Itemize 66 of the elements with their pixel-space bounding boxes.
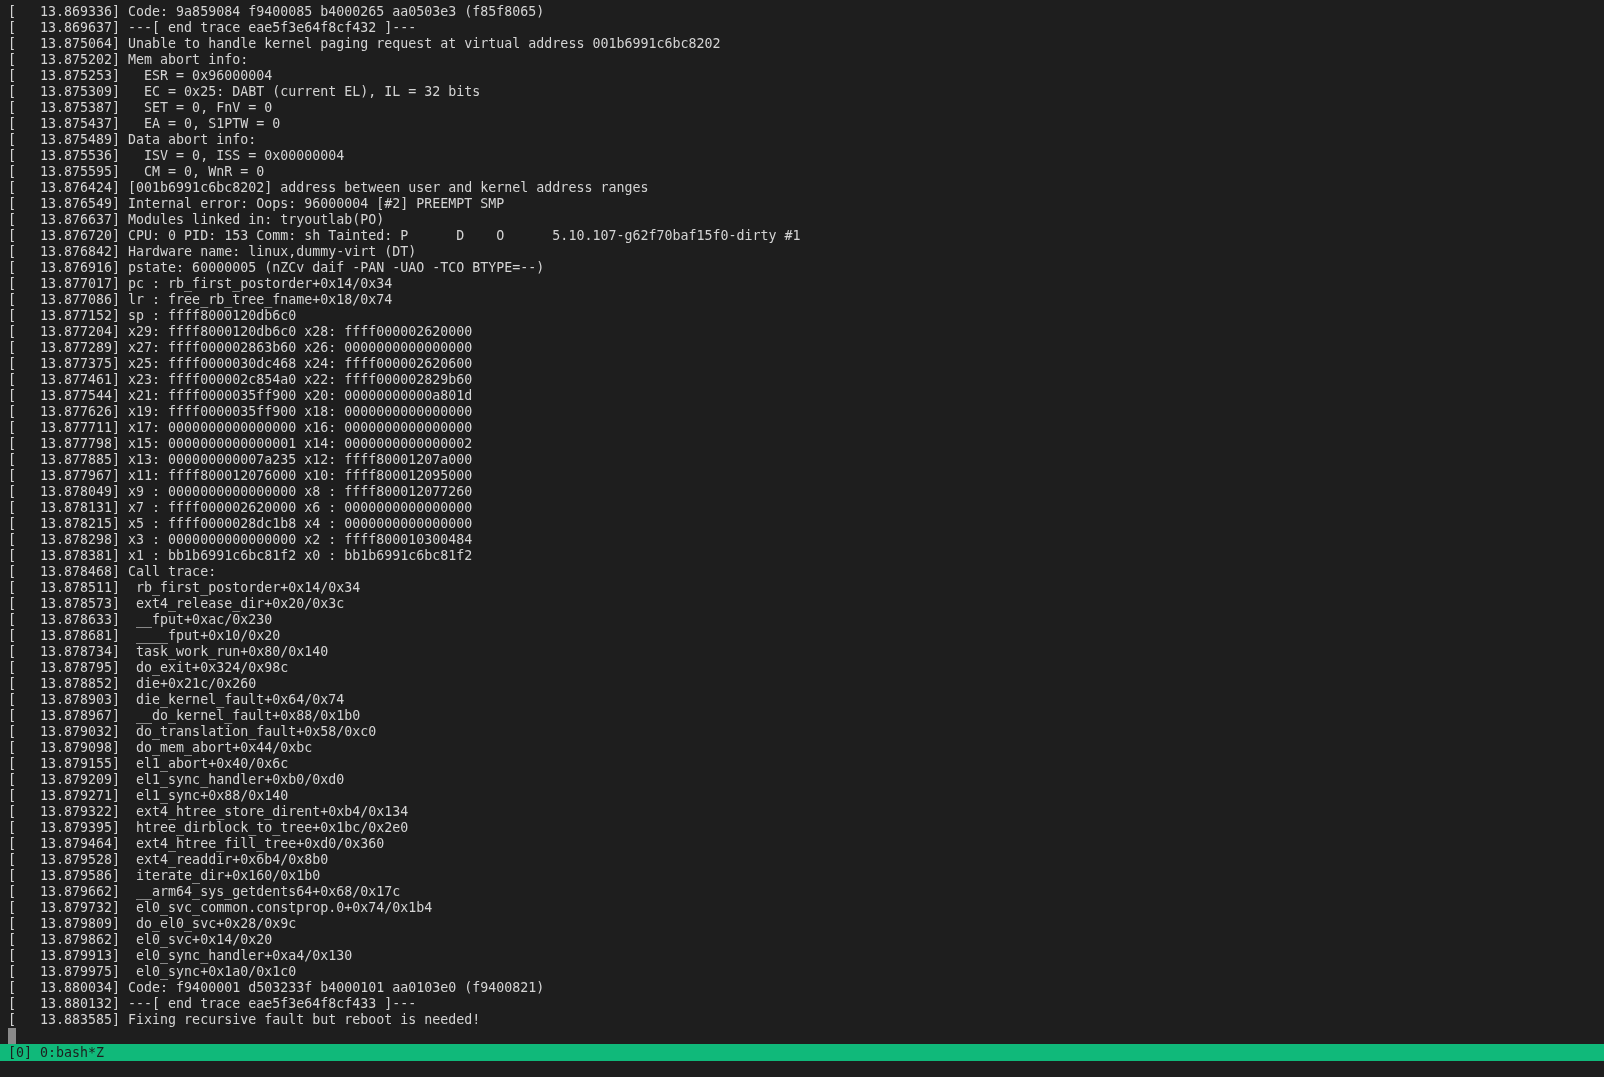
log-line: [ 13.875595] CM = 0, WnR = 0 (8, 164, 265, 180)
log-line: [ 13.878903] die_kernel_fault+0x64/0x74 (8, 692, 345, 708)
log-line: [ 13.879464] ext4_htree_fill_tree+0xd0/0x360 (8, 836, 385, 852)
log-line: [ 13.877375] x25: ffff0000030dc468 x24: ffff000002620600 (8, 356, 473, 372)
log-line: [ 13.878734] task_work_run+0x80/0x140 (8, 644, 329, 660)
log-line: [ 13.880034] Code: f9400001 d503233f b4000101 aa0103e0 (f9400821) (8, 980, 545, 996)
log-line: [ 13.878215] x5 : ffff0000028dc1b8 x4 : 0000000000000000 (8, 516, 473, 532)
log-line: [ 13.878511] rb_first_postorder+0x14/0x34 (8, 580, 361, 596)
log-line: [ 13.878049] x9 : 0000000000000000 x8 : ffff800012077260 (8, 484, 473, 500)
log-line: [ 13.878298] x3 : 0000000000000000 x2 : ffff800010300484 (8, 532, 473, 548)
log-line: [ 13.879155] el1_abort+0x40/0x6c (8, 756, 289, 772)
log-line: [ 13.878468] Call trace: (8, 564, 217, 580)
log-line: [ 13.879862] el0_svc+0x14/0x20 (8, 932, 273, 948)
log-line: [ 13.879395] htree_dirblock_to_tree+0x1bc/0x2e0 (8, 820, 409, 836)
log-line: [ 13.877885] x13: 000000000007a235 x12: ffff80001207a000 (8, 452, 473, 468)
log-line: [ 13.880132] ---[ end trace eae5f3e64f8cf433 ]--- (8, 996, 417, 1012)
log-line: [ 13.877086] lr : free_rb_tree_fname+0x18/0x74 (8, 292, 393, 308)
log-line: [ 13.879528] ext4_readdir+0x6b4/0x8b0 (8, 852, 329, 868)
log-line: [ 13.875536] ISV = 0, ISS = 0x00000004 (8, 148, 345, 164)
log-line: [ 13.877017] pc : rb_first_postorder+0x14/0x34 (8, 276, 393, 292)
log-line: [ 13.876916] pstate: 60000005 (nZCv daif -PAN -UAO -TCO BTYPE=--) (8, 260, 545, 276)
log-line: [ 13.878573] ext4_release_dir+0x20/0x3c (8, 596, 345, 612)
log-line: [ 13.879732] el0_svc_common.constprop.0+0x74/0x1b4 (8, 900, 433, 916)
log-line: [ 13.877461] x23: ffff000002c854a0 x22: ffff000002829b60 (8, 372, 473, 388)
log-line: [ 13.879032] do_translation_fault+0x58/0xc0 (8, 724, 377, 740)
log-line: [ 13.875202] Mem abort info: (8, 52, 249, 68)
log-line: [ 13.877626] x19: ffff0000035ff900 x18: 0000000000000000 (8, 404, 473, 420)
log-line: [ 13.877544] x21: ffff0000035ff900 x20: 00000000000a801d (8, 388, 473, 404)
log-line: [ 13.877711] x17: 0000000000000000 x16: 0000000000000000 (8, 420, 473, 436)
log-line: [ 13.878681] ____fput+0x10/0x20 (8, 628, 281, 644)
log-line: [ 13.875437] EA = 0, S1PTW = 0 (8, 116, 281, 132)
log-line: [ 13.875064] Unable to handle kernel paging request at virtual address 001b6991c6bc8202 (8, 36, 721, 52)
log-line: [ 13.875387] SET = 0, FnV = 0 (8, 100, 273, 116)
log-line: [ 13.879809] do_el0_svc+0x28/0x9c (8, 916, 297, 932)
log-line: [ 13.879209] el1_sync_handler+0xb0/0xd0 (8, 772, 345, 788)
log-line: [ 13.876637] Modules linked in: tryoutlab(PO) (8, 212, 385, 228)
log-line: [ 13.878633] __fput+0xac/0x230 (8, 612, 273, 628)
log-line: [ 13.878967] __do_kernel_fault+0x88/0x1b0 (8, 708, 361, 724)
log-line: [ 13.877204] x29: ffff8000120db6c0 x28: ffff000002620000 (8, 324, 473, 340)
log-line: [ 13.879662] __arm64_sys_getdents64+0x68/0x17c (8, 884, 401, 900)
log-line: [ 13.875253] ESR = 0x96000004 (8, 68, 273, 84)
log-line: [ 13.869336] Code: 9a859084 f9400085 b4000265 aa0503e3 (f85f8065) (8, 4, 545, 20)
log-line: [ 13.878131] x7 : ffff000002620000 x6 : 0000000000000000 (8, 500, 473, 516)
log-line: [ 13.879271] el1_sync+0x88/0x140 (8, 788, 289, 804)
log-line: [ 13.883585] Fixing recursive fault but reboot is needed! (8, 1012, 481, 1028)
log-line: [ 13.877152] sp : ffff8000120db6c0 (8, 308, 297, 324)
log-line: [ 13.876424] [001b6991c6bc8202] address between user and kernel address ranges (8, 180, 649, 196)
log-line: [ 13.879586] iterate_dir+0x160/0x1b0 (8, 868, 321, 884)
log-line: [ 13.878795] do_exit+0x324/0x98c (8, 660, 289, 676)
log-line: [ 13.878852] die+0x21c/0x260 (8, 676, 257, 692)
cursor (8, 1028, 16, 1044)
log-line: [ 13.875309] EC = 0x25: DABT (current EL), IL = 32 bits (8, 84, 481, 100)
status-text: [0] 0:bash*Z (8, 1044, 105, 1061)
log-line: [ 13.876720] CPU: 0 PID: 153 Comm: sh Tainted: P D O 5.10.107-g62f70baf15f0-dirty #1 (8, 228, 801, 244)
log-line: [ 13.877289] x27: ffff000002863b60 x26: 0000000000000000 (8, 340, 473, 356)
log-line: [ 13.879975] el0_sync+0x1a0/0x1c0 (8, 964, 297, 980)
log-line: [ 13.877967] x11: ffff800012076000 x10: ffff800012095000 (8, 468, 473, 484)
log-line: [ 13.869637] ---[ end trace eae5f3e64f8cf432 ]--- (8, 20, 417, 36)
log-line: [ 13.875489] Data abort info: (8, 132, 257, 148)
log-line: [ 13.877798] x15: 0000000000000001 x14: 0000000000000002 (8, 436, 473, 452)
log-line: [ 13.879322] ext4_htree_store_dirent+0xb4/0x134 (8, 804, 409, 820)
log-line: [ 13.879913] el0_sync_handler+0xa4/0x130 (8, 948, 353, 964)
log-line: [ 13.879098] do_mem_abort+0x44/0xbc (8, 740, 313, 756)
log-line: [ 13.876842] Hardware name: linux,dummy-virt (DT) (8, 244, 417, 260)
log-line: [ 13.878381] x1 : bb1b6991c6bc81f2 x0 : bb1b6991c6bc81f2 (8, 548, 473, 564)
log-line: [ 13.876549] Internal error: Oops: 96000004 [#2] PREEMPT SMP (8, 196, 505, 212)
